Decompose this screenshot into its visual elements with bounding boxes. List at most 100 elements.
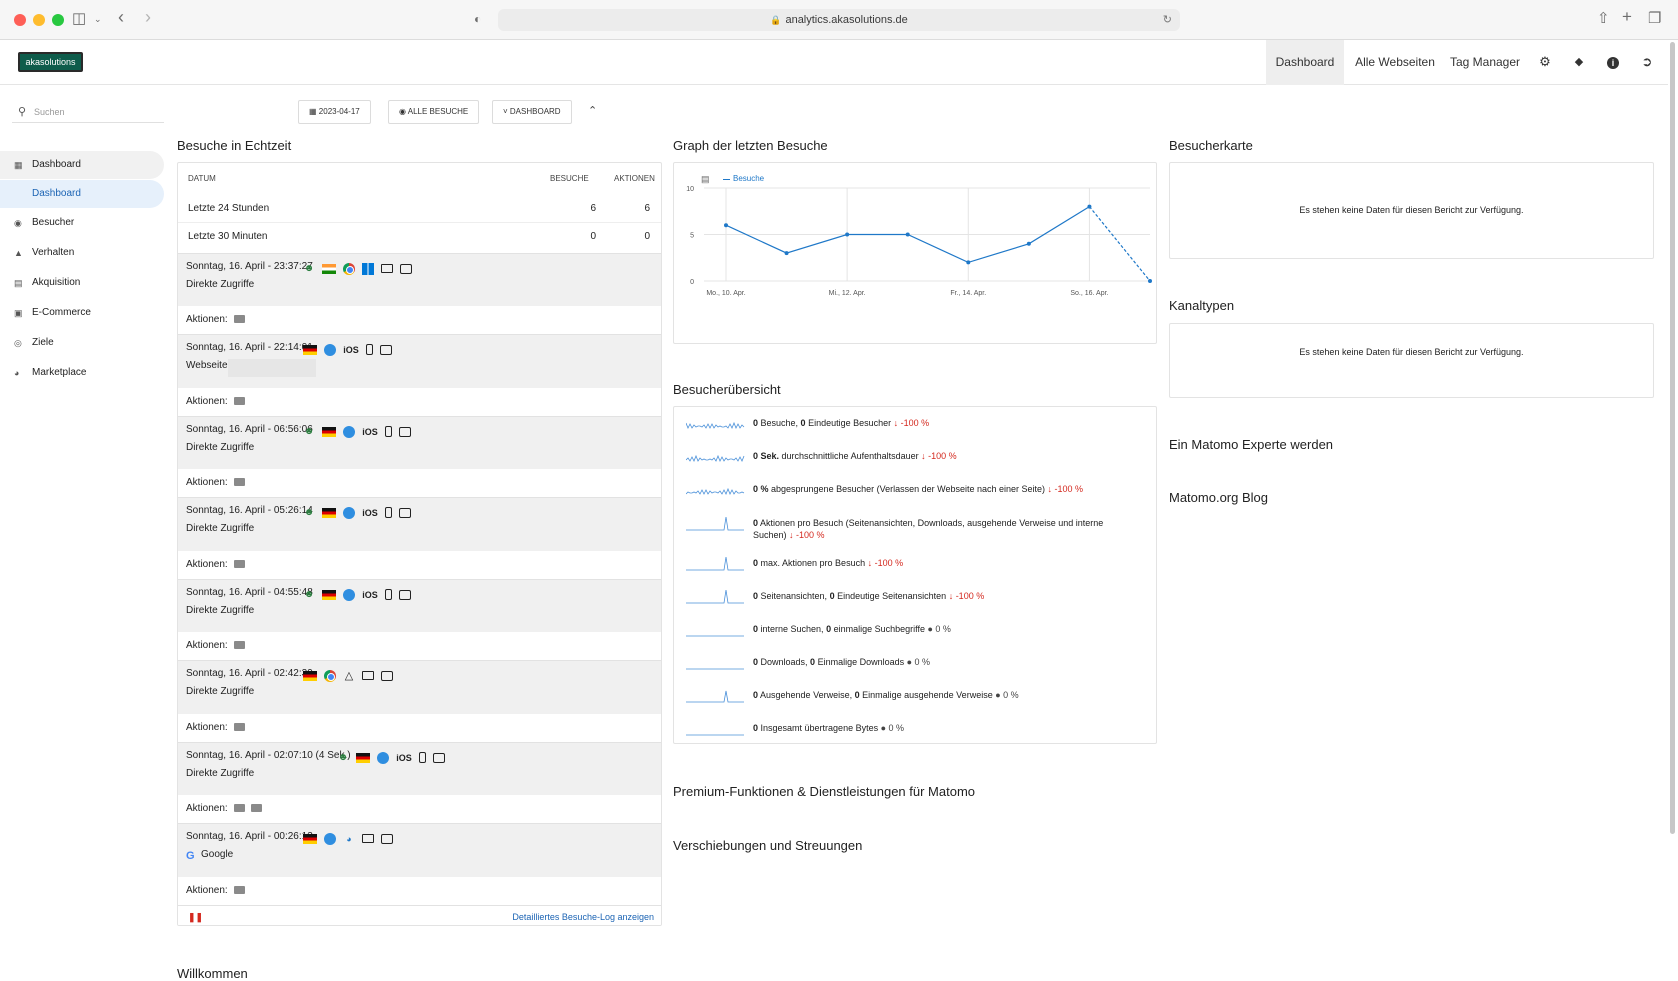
date-picker-button[interactable]: ▦ 2023-04-17 (298, 100, 371, 124)
sidebar-item-behaviour[interactable]: ▲ Verhalten (0, 239, 164, 267)
folder-icon[interactable] (233, 560, 245, 569)
minimize-window-button[interactable] (33, 14, 45, 26)
back-icon[interactable]: ‹ (118, 8, 124, 26)
visitor-profile-icon[interactable] (381, 833, 393, 844)
zoom-window-button[interactable] (52, 14, 64, 26)
sparkline[interactable] (686, 619, 746, 639)
visit-entry[interactable]: Sonntag, 16. April - 06:56:06 ☻ iOS Direk… (178, 416, 661, 497)
smartphone-icon (419, 752, 426, 764)
sparkline[interactable] (686, 479, 746, 499)
bell-icon[interactable]: ◆ (1571, 54, 1587, 70)
collapse-icon[interactable]: ⌃ (588, 104, 597, 117)
visitor-profile-icon[interactable] (400, 263, 412, 274)
expert-title: Ein Matomo Experte werden (1169, 437, 1334, 452)
visit-referrer: Direkte Zugriffe (186, 686, 255, 697)
sidebar-item-dashboard[interactable]: Dashboard (0, 180, 164, 208)
sparkline[interactable] (686, 446, 746, 466)
visit-entry[interactable]: Sonntag, 16. April - 04:55:48 ☻ iOS Direk… (178, 579, 661, 660)
data-point (784, 251, 789, 256)
logout-icon[interactable]: ➲ (1639, 54, 1655, 70)
visitor-profile-icon[interactable] (381, 670, 393, 681)
sparkline[interactable] (686, 685, 746, 705)
change-indicator: ● 0 % (904, 657, 931, 667)
actions-label: Aktionen: (186, 477, 228, 488)
forward-icon[interactable]: › (145, 8, 151, 26)
sidebar-item-goals[interactable]: ◎ Ziele (0, 329, 164, 357)
logo[interactable]: akasolutions (18, 52, 83, 72)
metric-label: interne Suchen, (758, 624, 827, 634)
visit-entry[interactable]: Sonntag, 16. April - 05:26:14 ☻ iOS Direk… (178, 497, 661, 579)
topnav-tag-manager[interactable]: Tag Manager (1446, 40, 1524, 85)
sparkline[interactable] (686, 553, 746, 573)
chevron-down-icon[interactable]: ⌄ (94, 10, 102, 28)
segment-button[interactable]: ◉ ALLE BESUCHE (388, 100, 480, 124)
visitor-profile-icon[interactable] (399, 426, 411, 437)
sidebar-item-marketplace[interactable]: ◕ Marketplace (0, 359, 164, 387)
visit-entry[interactable]: Sonntag, 16. April - 02:07:10 (4 Sek.) ☻… (178, 742, 661, 823)
actions-label: Aktionen: (186, 803, 228, 814)
folder-icon[interactable] (233, 315, 245, 324)
scrollbar-thumb[interactable] (1670, 42, 1675, 834)
sidebar-item-visitors[interactable]: ◉ Besucher (0, 209, 164, 237)
visit-entry[interactable]: Sonntag, 16. April - 23:37:27 ☻ Direkte … (178, 253, 661, 334)
tabs-overview-icon[interactable]: ❐ (1648, 10, 1661, 28)
sidebar-item-acquisition[interactable]: ▤ Akquisition (0, 269, 164, 297)
page-scrollbar[interactable] (1669, 40, 1676, 840)
visit-entry[interactable]: Sonntag, 16. April - 22:14:01 iOS Websei… (178, 334, 661, 416)
sparkline[interactable] (686, 513, 746, 533)
sidebar-toggle-icon[interactable]: ◫ (72, 10, 86, 28)
visitor-profile-icon[interactable] (433, 752, 445, 763)
visitor-log-link[interactable]: Detailliertes Besuche-Log anzeigen (512, 912, 654, 922)
folder-icon[interactable] (233, 804, 245, 813)
actions-label: Aktionen: (186, 640, 228, 651)
visit-entry[interactable]: Sonntag, 16. April - 00:26:13 ◕ Google G… (178, 823, 661, 905)
new-tab-icon[interactable]: + (1622, 8, 1632, 26)
google-icon: G (186, 850, 195, 862)
sidebar-item-dashboard-group[interactable]: ▦ Dashboard (0, 151, 164, 179)
visit-referrer: Direkte Zugriffe (186, 279, 255, 290)
visitor-profile-icon[interactable] (399, 507, 411, 518)
folder-icon[interactable] (233, 886, 245, 895)
visitor-profile-icon[interactable] (380, 344, 392, 355)
ios-icon: iOS (362, 589, 378, 600)
address-bar[interactable]: 🔒 analytics.akasolutions.de ↻ (498, 9, 1180, 31)
y-tick-label: 5 (690, 233, 694, 240)
visit-actions: Aktionen: (178, 306, 661, 334)
reload-icon[interactable]: ↻ (1163, 9, 1172, 31)
flag-india-icon (322, 263, 336, 274)
shield-icon[interactable]: ◐ (474, 10, 481, 28)
redacted-website (228, 359, 316, 377)
topnav-dashboard[interactable]: Dashboard (1266, 40, 1344, 85)
blog-title: Matomo.org Blog (1169, 490, 1268, 505)
folder-icon[interactable] (233, 397, 245, 406)
close-window-button[interactable] (14, 14, 26, 26)
sidebar-item-ecommerce[interactable]: ▣ E-Commerce (0, 299, 164, 327)
metric-label: Eindeutige Seitenansichten (834, 591, 947, 601)
metric-label: Ausgehende Verweise, (758, 690, 855, 700)
sparkline[interactable] (686, 413, 746, 433)
folder-icon[interactable] (233, 641, 245, 650)
visitor-profile-icon[interactable] (399, 589, 411, 600)
pause-icon[interactable]: ❚❚ (188, 912, 203, 923)
row-visits: 6 (590, 203, 596, 214)
share-icon[interactable]: ⇧ (1597, 10, 1610, 28)
bell-icon: ▲ (14, 248, 23, 258)
info-icon[interactable]: i (1605, 54, 1621, 70)
gear-icon[interactable]: ⚙ (1537, 54, 1553, 70)
visit-entry[interactable]: Sonntag, 16. April - 02:42:39 △ Direkte … (178, 660, 661, 742)
sparkline[interactable] (686, 718, 746, 738)
topnav-all-websites[interactable]: Alle Webseiten (1350, 40, 1440, 85)
visit-actions: Aktionen: (178, 632, 661, 660)
folder-icon[interactable] (250, 804, 262, 813)
dashboard-menu-button[interactable]: ˅ DASHBOARD (492, 100, 572, 124)
sparkline[interactable] (686, 652, 746, 672)
safari-browser-icon (324, 832, 336, 845)
folder-icon[interactable] (233, 478, 245, 487)
folder-icon[interactable] (233, 723, 245, 732)
smartphone-icon (385, 589, 392, 601)
table-row: Letzte 24 Stunden 6 6 (178, 195, 661, 223)
ios-icon: iOS (362, 507, 378, 518)
search-input[interactable]: ⚲ Suchen (12, 101, 164, 123)
sparkline[interactable] (686, 586, 746, 606)
change-indicator: ↓ -100 % (946, 591, 985, 601)
